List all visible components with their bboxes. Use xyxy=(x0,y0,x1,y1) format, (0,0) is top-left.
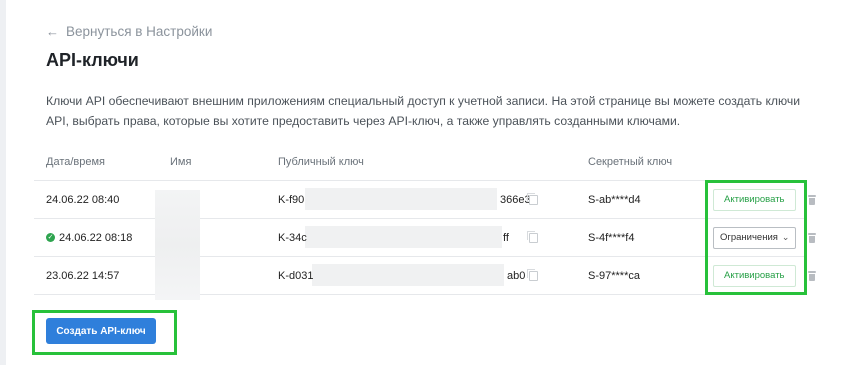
trash-icon[interactable] xyxy=(808,194,816,205)
create-api-key-button[interactable]: Создать API-ключ xyxy=(46,318,156,344)
public-key-end: ff xyxy=(503,231,509,244)
chevron-down-icon: ⌄ xyxy=(781,232,790,242)
api-keys-table: Дата/время Имя Публичный ключ Секретный … xyxy=(34,143,816,300)
trash-icon[interactable] xyxy=(808,270,816,281)
datetime-text: 24.06.22 08:40 xyxy=(46,193,120,206)
table-row: 23.06.22 14:57 K-d031 ab0 S-97****ca Акт… xyxy=(34,257,816,295)
public-key-redaction xyxy=(305,226,502,248)
public-key-start: K-34c xyxy=(278,231,307,244)
action-cell: Ограничения ⌄ xyxy=(713,219,797,256)
column-header-secret-key: Секретный ключ xyxy=(588,156,673,168)
page-title: API-ключи xyxy=(46,50,139,70)
public-key-cell: K-34c xyxy=(278,219,307,256)
activate-button-label: Активировать xyxy=(724,270,785,281)
active-status-check-icon: ✓ xyxy=(46,233,55,242)
activate-button-label: Активировать xyxy=(724,194,785,205)
copy-icon[interactable] xyxy=(527,193,538,205)
table-row: 24.06.22 08:40 K-f90 366e3 S-ab****d4 Ак… xyxy=(34,181,816,219)
public-key-end-cell: ab0 xyxy=(507,257,525,294)
public-key-start: K-d031 xyxy=(278,269,314,282)
public-key-cell: K-d031 xyxy=(278,257,313,294)
back-to-settings-link[interactable]: ← Вернуться в Настройки xyxy=(46,22,212,40)
public-key-end: 366e3 xyxy=(500,193,531,206)
secret-key-cell: S-97****ca xyxy=(588,257,640,294)
action-cell: Активировать xyxy=(713,181,796,218)
public-key-cell: K-f90 xyxy=(278,181,304,218)
datetime-cell: 23.06.22 14:57 xyxy=(46,257,119,294)
delete-cell xyxy=(808,219,816,256)
secret-key-text: S-4f****f4 xyxy=(588,231,635,244)
column-header-name: Имя xyxy=(170,156,192,168)
public-key-start: K-f90 xyxy=(278,193,305,206)
delete-cell xyxy=(808,257,816,294)
secret-key-text: S-97****ca xyxy=(588,269,640,282)
trash-icon[interactable] xyxy=(808,232,816,243)
secret-key-text: S-ab****d4 xyxy=(588,193,641,206)
datetime-cell: 24.06.22 08:40 xyxy=(46,181,119,218)
activate-button[interactable]: Активировать xyxy=(713,264,796,287)
copy-icon[interactable] xyxy=(527,231,538,243)
public-key-end: ab0 xyxy=(507,269,526,282)
public-key-redaction xyxy=(312,264,504,286)
public-key-end-cell: ff xyxy=(503,219,509,256)
table-header: Дата/время Имя Публичный ключ Секретный … xyxy=(34,143,805,181)
public-key-end-cell: 366e3 xyxy=(500,181,531,218)
datetime-text: 23.06.22 14:57 xyxy=(46,269,120,282)
column-header-public-key: Публичный ключ xyxy=(278,156,364,168)
name-column-redaction xyxy=(155,190,200,300)
action-cell: Активировать xyxy=(713,257,796,294)
secret-key-cell: S-ab****d4 xyxy=(588,181,641,218)
activate-button[interactable]: Активировать xyxy=(713,188,796,211)
page-left-edge xyxy=(0,0,6,365)
table-row: ✓ 24.06.22 08:18 K-34c ff S-4f****f4 Огр… xyxy=(34,219,816,257)
datetime-text: 24.06.22 08:18 xyxy=(59,231,133,244)
back-link-label: Вернуться в Настройки xyxy=(66,23,213,39)
page-description: Ключи API обеспечивают внешним приложени… xyxy=(46,94,801,128)
public-key-redaction xyxy=(305,188,497,210)
arrow-left-icon: ← xyxy=(46,23,59,39)
datetime-cell: ✓ 24.06.22 08:18 xyxy=(46,219,132,256)
restrictions-label: Ограничения xyxy=(720,232,778,243)
secret-key-cell: S-4f****f4 xyxy=(588,219,634,256)
restrictions-dropdown[interactable]: Ограничения ⌄ xyxy=(713,226,797,249)
create-api-key-label: Создать API-ключ xyxy=(56,325,146,337)
column-header-datetime: Дата/время xyxy=(46,156,106,168)
delete-cell xyxy=(808,181,816,218)
copy-icon[interactable] xyxy=(527,269,538,281)
